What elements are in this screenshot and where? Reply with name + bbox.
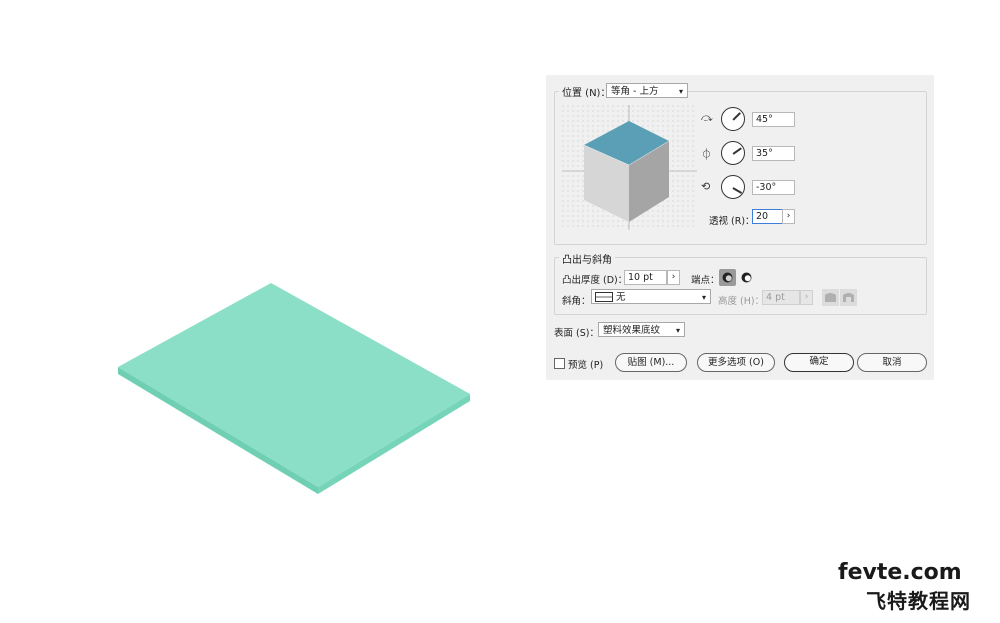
y-rotation-dial[interactable] — [721, 141, 745, 165]
watermark-logo-en: fevte.com — [838, 560, 962, 585]
cap-label: 端点： — [691, 275, 720, 286]
extrude-depth-label: 凸出厚度 (D)： — [562, 275, 628, 286]
cap-off-button[interactable] — [738, 269, 755, 286]
extrude-bevel-title: 凸出与斜角 — [559, 251, 615, 266]
x-axis-rotation-icon: ⤼ — [701, 111, 713, 124]
extrude-depth-slider-button[interactable]: › — [667, 270, 680, 285]
z-rotation-dial[interactable] — [721, 175, 745, 199]
bevel-height-label: 高度 (H)： — [718, 296, 765, 307]
perspective-slider-button[interactable]: › — [782, 209, 795, 224]
extrude-bevel-dialog: 位置 (N)： 等角 - 上方 ▾ ⤼ 45° ⏀ 35° ⟲ -30° 透视 … — [546, 75, 934, 380]
bevel-height-slider-button[interactable]: › — [800, 290, 813, 305]
chevron-down-icon: ▾ — [675, 326, 680, 335]
surface-select[interactable]: 塑料效果底纹 ▾ — [598, 322, 685, 337]
z-axis-rotation-icon: ⟲ — [701, 180, 711, 193]
chevron-down-icon: ▾ — [701, 293, 706, 302]
bevel-select[interactable]: 无 ▾ — [591, 289, 711, 304]
perspective-label: 透视 (R)： — [709, 216, 755, 227]
slab-top-face[interactable] — [118, 283, 470, 487]
more-options-button[interactable]: 更多选项 (O) — [697, 353, 775, 372]
bevel-extent-in-button[interactable] — [822, 289, 839, 306]
watermark-logo-zh: 飞特教程网 — [866, 589, 971, 613]
rotation-cube-preview[interactable] — [562, 105, 697, 230]
cap-on-button[interactable] — [719, 269, 736, 286]
bevel-none-icon — [595, 292, 613, 302]
surface-label: 表面 (S)： — [554, 328, 599, 339]
y-rotation-field[interactable]: 35° — [752, 146, 795, 161]
y-axis-rotation-icon: ⏀ — [701, 148, 712, 161]
x-rotation-dial[interactable] — [721, 107, 745, 131]
preview-checkbox[interactable] — [554, 358, 565, 369]
position-preset-select[interactable]: 等角 - 上方 ▾ — [606, 83, 688, 98]
surface-value: 塑料效果底纹 — [603, 325, 661, 336]
x-rotation-field[interactable]: 45° — [752, 112, 795, 127]
ok-button[interactable]: 确定 — [784, 353, 854, 372]
position-preset-value: 等角 - 上方 — [611, 86, 659, 97]
extrude-depth-field[interactable]: 10 pt — [624, 270, 667, 285]
bevel-label: 斜角： — [562, 296, 591, 307]
cancel-button[interactable]: 取消 — [857, 353, 927, 372]
z-rotation-field[interactable]: -30° — [752, 180, 795, 195]
bevel-height-field[interactable]: 4 pt — [762, 290, 800, 305]
bevel-value: 无 — [616, 292, 626, 303]
perspective-field[interactable]: 20 — [752, 209, 783, 224]
preview-label: 预览 (P) — [568, 360, 604, 371]
map-art-button[interactable]: 贴图 (M)... — [615, 353, 687, 372]
bevel-extent-out-button[interactable] — [840, 289, 857, 306]
chevron-down-icon: ▾ — [678, 87, 683, 96]
